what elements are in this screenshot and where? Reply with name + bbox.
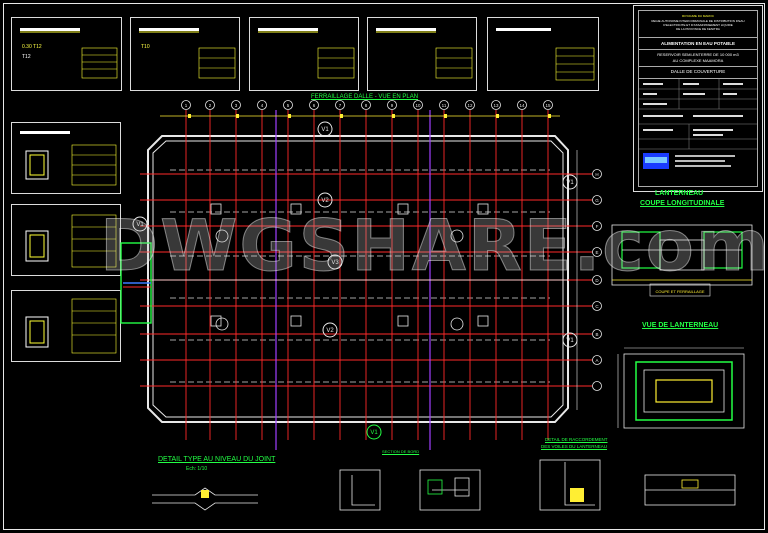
section-mark-v2-top: V2: [321, 198, 329, 204]
col-label-9: 9: [391, 103, 394, 108]
col-label-8: 8: [365, 103, 368, 108]
lanterneau-view-title: VUE DE LANTERNEAU: [642, 322, 719, 329]
section-mark-v1-bottom: V1: [370, 430, 378, 436]
section-mark-v2-bottom: V2: [326, 328, 334, 334]
anchor-detail-subtitle: DES VOILES DU LANTERNEAU: [541, 444, 608, 449]
col-label-10: 10: [415, 103, 421, 108]
edge-section-title: SECTION DE BORD: [382, 449, 420, 454]
section-mark-v1-top: V1: [321, 127, 329, 133]
row-label-b: B: [595, 332, 598, 337]
col-label-2: 2: [209, 103, 212, 108]
row-label-g: G: [595, 198, 599, 203]
anchor-detail-title: DETAIL DE RACCORDEMENT: [545, 437, 608, 442]
lanterneau-title: LANTERNEAU: [655, 190, 704, 197]
row-label-a: A: [595, 358, 598, 363]
watermark: DWGSHARE.com: [100, 205, 768, 288]
col-label-3: 3: [235, 103, 238, 108]
row-label-c: C: [595, 304, 599, 309]
col-label-12: 12: [467, 103, 473, 108]
section-mark-v1-right-bottom: V1: [566, 338, 574, 344]
col-label-15: 15: [545, 103, 551, 108]
section-mark-v1-right-top: V1: [566, 180, 574, 186]
joint-detail-title: DETAIL TYPE AU NIVEAU DU JOINT: [158, 456, 276, 463]
col-label-6: 6: [313, 103, 316, 108]
row-label-h: H: [595, 172, 598, 177]
plan-title: FERRAILLAGE DALLE - VUE EN PLAN: [311, 94, 419, 100]
col-label-7: 7: [339, 103, 342, 108]
col-label-11: 11: [442, 103, 447, 108]
col-label-5: 5: [287, 103, 290, 108]
col-label-13: 13: [493, 103, 499, 108]
col-label-1: 1: [185, 103, 188, 108]
lanterneau-note: COUPE ET FERRAILLAGE: [655, 289, 704, 294]
col-label-4: 4: [261, 103, 264, 108]
col-label-14: 14: [519, 103, 525, 108]
joint-detail-scale: Ech: 1/10: [186, 466, 208, 472]
cad-drawing-sheet: 0.30 T12 T12 T10 ROYAUME DU MAROC REGIE …: [0, 0, 768, 533]
